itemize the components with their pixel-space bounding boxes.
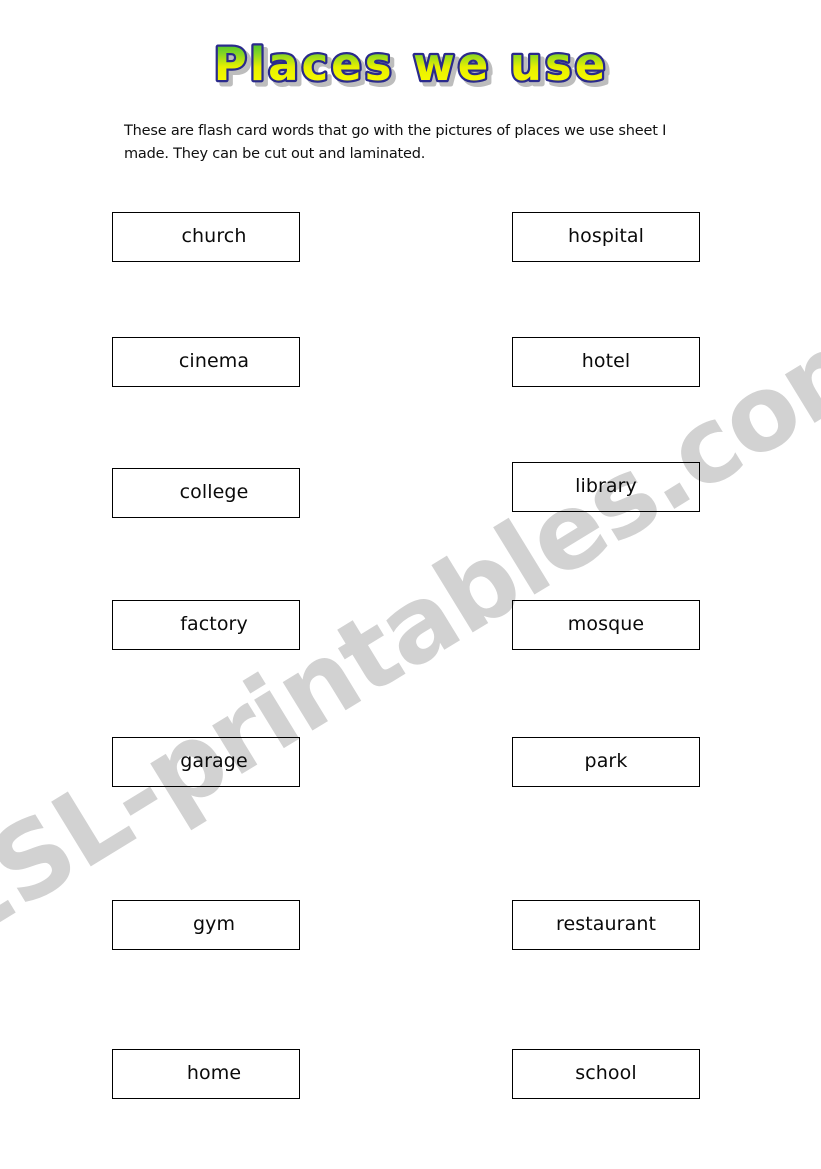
flashcard-mosque[interactable]: mosque — [512, 600, 700, 650]
flashcard-label: garage — [180, 749, 248, 772]
flashcard-park[interactable]: park — [512, 737, 700, 787]
flashcard-gym[interactable]: gym — [112, 900, 300, 950]
flashcard-home[interactable]: home — [112, 1049, 300, 1099]
title-wordart-graphic: Places we use Places we use — [211, 36, 611, 98]
flashcard-label: factory — [180, 612, 248, 635]
flashcard-cinema[interactable]: cinema — [112, 337, 300, 387]
flashcard-label: gym — [192, 912, 236, 935]
worksheet-page: ESL-printables.com Places we use Places … — [0, 0, 821, 1169]
flashcard-label: church — [181, 224, 247, 247]
worksheet-description: These are flash card words that go with … — [124, 123, 667, 162]
flashcard-label: restaurant — [555, 912, 657, 935]
flashcard-label: hotel — [581, 349, 631, 372]
flashcard-grid: church hospital cinema hotel college library f… — [0, 0, 821, 1169]
flashcard-hotel[interactable]: hotel — [512, 337, 700, 387]
flashcard-label: park — [584, 749, 628, 772]
flashcard-label: home — [186, 1061, 242, 1084]
flashcard-factory[interactable]: factory — [112, 600, 300, 650]
flashcard-church[interactable]: church — [112, 212, 300, 262]
page-title: Places we use Places we use — [0, 36, 821, 98]
flashcard-label: mosque — [567, 612, 645, 635]
flashcard-label: cinema — [178, 349, 250, 372]
flashcard-school[interactable]: school — [512, 1049, 700, 1099]
flashcard-hospital[interactable]: hospital — [512, 212, 700, 262]
flashcard-label: college — [179, 480, 249, 503]
flashcard-library[interactable]: library — [512, 462, 700, 512]
flashcard-label: school — [575, 1061, 637, 1084]
flashcard-garage[interactable]: garage — [112, 737, 300, 787]
flashcard-restaurant[interactable]: restaurant — [512, 900, 700, 950]
flashcard-label: library — [575, 474, 637, 497]
flashcard-college[interactable]: college — [112, 468, 300, 518]
title-main-text: Places we use — [213, 38, 608, 91]
flashcard-label: hospital — [567, 224, 645, 247]
